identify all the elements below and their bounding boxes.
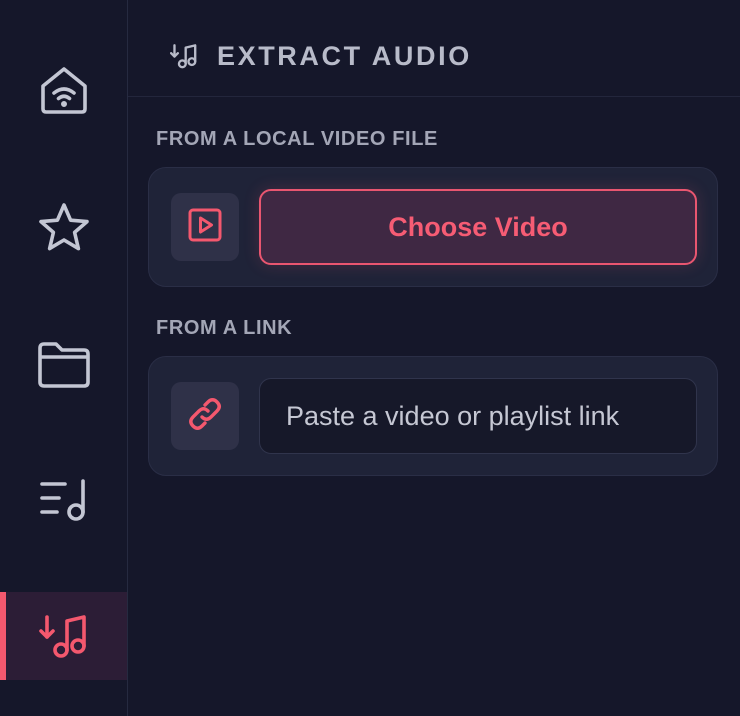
local-file-icon-box xyxy=(171,193,239,261)
local-file-section-label: FROM A LOCAL VIDEO FILE xyxy=(156,128,438,150)
link-input[interactable] xyxy=(259,378,697,454)
page-title: EXTRACT AUDIO xyxy=(217,41,472,71)
link-card xyxy=(148,356,718,476)
local-file-card: Choose Video xyxy=(148,167,718,287)
home-wifi-icon xyxy=(38,64,90,116)
link-icon xyxy=(186,395,224,438)
sidebar-item-extract-audio[interactable] xyxy=(0,592,127,680)
sidebar-item-home[interactable] xyxy=(0,46,127,134)
sidebar-item-favorites[interactable] xyxy=(0,184,127,272)
download-music-icon xyxy=(38,612,89,660)
playlist-music-icon xyxy=(39,478,89,522)
choose-video-button[interactable]: Choose Video xyxy=(259,189,697,265)
link-icon-box xyxy=(171,382,239,450)
main-panel: EXTRACT AUDIO FROM A LOCAL VIDEO FILE Ch… xyxy=(128,0,740,716)
app-window: EXTRACT AUDIO FROM A LOCAL VIDEO FILE Ch… xyxy=(0,0,740,716)
star-icon xyxy=(37,201,91,255)
play-video-icon xyxy=(187,207,223,248)
link-section-label: FROM A LINK xyxy=(156,317,293,339)
page-header: EXTRACT AUDIO xyxy=(128,0,740,97)
download-music-icon xyxy=(169,42,198,75)
folder-icon xyxy=(37,341,91,389)
sidebar xyxy=(0,0,128,716)
sidebar-item-files[interactable] xyxy=(0,321,127,409)
sidebar-item-playlists[interactable] xyxy=(0,456,127,544)
